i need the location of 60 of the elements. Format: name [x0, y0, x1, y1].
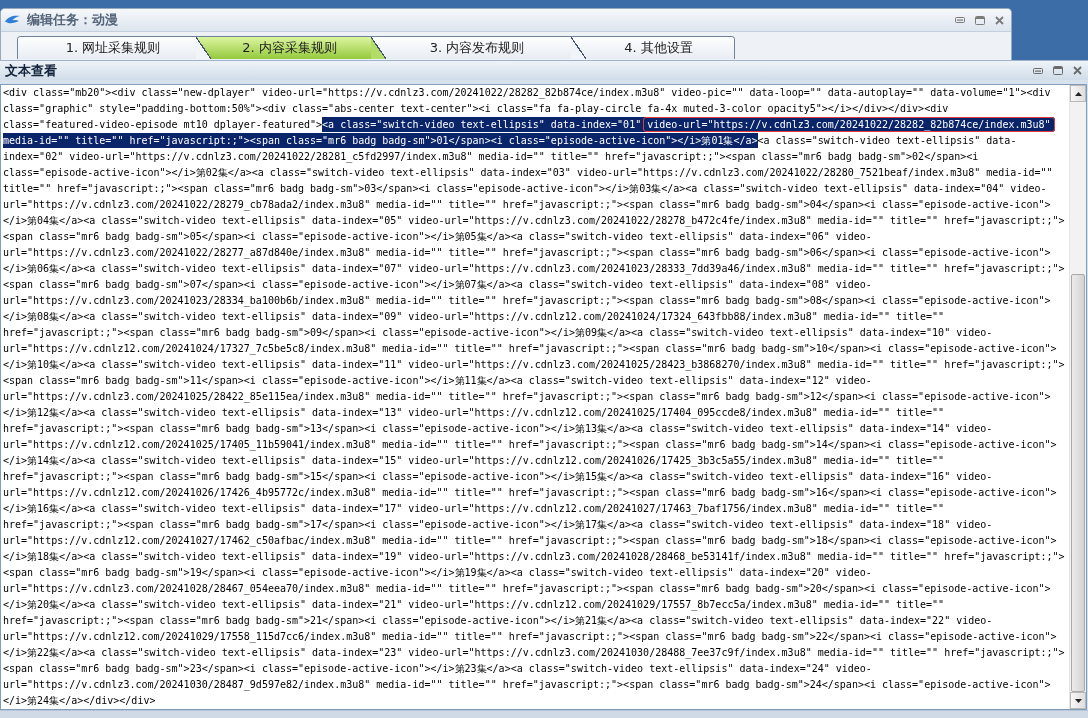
scrollbar-thumb[interactable] [1071, 274, 1085, 692]
code-text: url="https://v.cdnlz12.com/20241026/17426_4b95772c/index.m3u8" media-id="" title="" href="javascript:;"><span class="mr6 badg badg-sm">16</span><i class="episode-active-icon"> [3, 487, 1057, 498]
vertical-scrollbar[interactable] [1069, 85, 1086, 709]
tab[interactable]: 3. 内容发布规则 [371, 37, 571, 59]
code-text: </i>第20集</a><a class="switch-video text-ellipsis" data-index="21" video-url="https://v.cdnlz12.com/20241029/17557_8b7ecc5a/index.m3u8" media-id="" title="" [3, 599, 945, 610]
code-text: <span class="mr6 badg badg-sm">05</span><i class="episode-active-icon"></i>第05集</a><a class="switch-video text-ellipsis" data-index="06" video- [3, 231, 872, 242]
maximize-icon[interactable] [975, 15, 985, 25]
code-text: url="https://v.cdnlz3.com/20241028/28467_054eea70/index.m3u8" media-id="" title="" href="javascript:;"><span class="mr6 badg badg-sm">20</span><i class="episode-active-icon"> [3, 583, 1051, 594]
code-text: href="javascript:;"><span class="mr6 badg badg-sm">17</span><i class="episode-active-icon"></i>第17集</a><a class="switch-video text-ellipsis" data-index="18" video- [3, 519, 993, 530]
minimize-icon[interactable] [1033, 67, 1043, 74]
code-text: </i>第08集</a><a class="switch-video text-ellipsis" data-index="09" video-url="https://v.cdnlz12.com/20241024/17324_643fbb88/index.m3u8" media-id="" title="" [3, 311, 945, 322]
close-icon[interactable] [1073, 66, 1082, 75]
code-text: title="" href="javascript:;"><span class="mr6 badg badg-sm">03</span><i class="episode-active-icon"></i>第03集</a><a class="switch-video text-ellipsis" data-index="04" video- [3, 183, 1047, 194]
text-area[interactable] [0, 84, 1087, 710]
code-text: </i>第14集</a><a class="switch-video text-ellipsis" data-index="15" video-url="https://v.cdnlz12.com/20241026/17425_3b3c5a55/index.m3u8" media-id="" title="" [3, 455, 945, 466]
scroll-down-button[interactable] [1070, 692, 1086, 709]
code-text: url="https://v.cdnlz12.com/20241029/17558_115d7cc6/index.m3u8" media-id="" title="" href="javascript:;"><span class="mr6 badg badg-sm">22</span><i class="episode-active-icon"> [3, 631, 1057, 642]
code-text: <span class="mr6 badg badg-sm">23</span><i class="episode-active-icon"></i>第23集</a><a class="switch-video text-ellipsis" data-index="24" video- [3, 663, 872, 674]
code-text: index="02" video-url="https://v.cdnlz3.com/20241022/28281_c5fd2997/index.m3u8" media-id="" title="" href="javascript:;"><span class="mr6 badg badg-sm">02</span><i [3, 151, 979, 162]
outlined-code-text: video-url="https://v.cdnlz3.com/20241022/28282_82b874ce/index.m3u8" [643, 117, 1055, 132]
code-text: url="https://v.cdnlz3.com/20241022/28279_cb78ada2/index.m3u8" media-id="" title="" href="javascript:;"><span class="mr6 badg badg-sm">04</span><i class="episode-active-icon"> [3, 199, 1051, 210]
minimize-icon[interactable] [955, 17, 965, 23]
code-text: class="graphic" style="padding-bottom:50%"><div class="abs-center text-center"><i class="fa fa-play-circle fa-4x muted-3-color opacity5"></i></div></div><div [3, 103, 949, 114]
swoosh-icon [5, 15, 20, 25]
code-text: href="javascript:;"><span class="mr6 badg badg-sm">13</span><i class="episode-active-icon"></i>第13集</a><a class="switch-video text-ellipsis" data-index="14" video- [3, 423, 993, 434]
code-text: url="https://v.cdnlz3.com/20241022/28277_a87d840e/index.m3u8" media-id="" title="" href="javascript:;"><span class="mr6 badg badg-sm">06</span><i class="episode-active-icon"> [3, 247, 1051, 258]
code-text: </i>第12集</a><a class="switch-video text-ellipsis" data-index="13" video-url="https://v.cdnlz12.com/20241025/17404_095ccde8/index.m3u8" media-id="" title="" [3, 407, 945, 418]
code-text: <a class="switch-video text-ellipsis" data- [757, 135, 1017, 146]
code-text: </i>第18集</a><a class="switch-video text-ellipsis" data-index="19" video-url="https://v.cdnlz3.com/20241028/28468_be53141f/index.m3u8" media-id="" title="" href="javascript:;"> [3, 551, 1065, 562]
code-text: url="https://v.cdnlz3.com/20241023/28334_ba100b6b/index.m3u8" media-id="" title="" href="javascript:;"><span class="mr6 badg badg-sm">08</span><i class="episode-active-icon"> [3, 295, 1051, 306]
up-arrow-icon [1074, 91, 1082, 96]
selected-code-text: media-id="" title="" href="javascript:;"><span class="mr6 badg badg-sm">01</span><i class="episode-active-icon"></i>第01集</a> [3, 133, 758, 148]
code-text: </i>第24集</a></div></div> [3, 695, 156, 706]
close-icon[interactable] [995, 15, 1004, 25]
code-text: href="javascript:;"><span class="mr6 badg badg-sm">15</span><i class="episode-active-icon"></i>第15集</a><a class="switch-video text-ellipsis" data-index="16" video- [3, 471, 993, 482]
code-text: href="javascript:;"><span class="mr6 badg badg-sm">09</span><i class="episode-active-icon"></i>第09集</a><a class="switch-video text-ellipsis" data-index="10" video- [3, 327, 993, 338]
code-text: <span class="mr6 badg badg-sm">19</span><i class="episode-active-icon"></i>第19集</a><a class="switch-video text-ellipsis" data-index="20" video- [3, 567, 872, 578]
tab[interactable]: 2. 内容采集规则 [196, 37, 371, 59]
code-text: <div class="mb20"><div class="new-dplayer" video-url="https://v.cdnlz3.com/20241022/28282_82b874ce/index.m3u8" video-pic="" data-loop="" data-autoplay="" data-volume="1"><div [3, 87, 1051, 98]
code-text: class="episode-active-icon"></i>第02集</a><a class="switch-video text-ellipsis" data-index="03" video-url="https://v.cdnlz3.com/20241022/28280_7521beaf/index.m3u8" media-id="" [3, 167, 1053, 178]
code-text: </i>第16集</a><a class="switch-video text-ellipsis" data-index="17" video-url="https://v.cdnlz12.com/20241027/17463_7baf1756/index.m3u8" media-id="" title="" [3, 503, 945, 514]
code-text: <span class="mr6 badg badg-sm">11</span><i class="episode-active-icon"></i>第11集</a><a class="switch-video text-ellipsis" data-index="12" video- [3, 375, 872, 386]
window-title: 编辑任务：动漫 [27, 11, 118, 30]
tab[interactable]: 1. 网址采集规则 [18, 37, 196, 59]
code-text: href="javascript:;"><span class="mr6 badg badg-sm">21</span><i class="episode-active-icon"></i>第21集</a><a class="switch-video text-ellipsis" data-index="22" video- [3, 615, 993, 626]
code-text: </i>第10集</a><a class="switch-video text-ellipsis" data-index="11" video-url="https://v.cdnlz3.com/20241025/28423_b3868270/index.m3u8" media-id="" title="" href="javascript:;"> [3, 359, 1065, 370]
down-arrow-icon [1074, 698, 1082, 703]
code-text: url="https://v.cdnlz12.com/20241024/17327_7c5be5c8/index.m3u8" media-id="" title="" href="javascript:;"><span class="mr6 badg badg-sm">10</span><i class="episode-active-icon"> [3, 343, 1057, 354]
code-text: </i>第06集</a><a class="switch-video text-ellipsis" data-index="07" video-url="https://v.cdnlz3.com/20241023/28333_7dd39a46/index.m3u8" media-id="" title="" href="javascript:;"> [3, 263, 1065, 274]
window-title: 文本查看 [5, 61, 57, 80]
code-text: <span class="mr6 badg badg-sm">07</span><i class="episode-active-icon"></i>第07集</a><a class="switch-video text-ellipsis" data-index="08" video- [3, 279, 872, 290]
code-text: url="https://v.cdnlz12.com/20241025/17405_11b59041/index.m3u8" media-id="" title="" href="javascript:;"><span class="mr6 badg badg-sm">14</span><i class="episode-active-icon"> [3, 439, 1057, 450]
code-text: url="https://v.cdnlz3.com/20241025/28422_85e115ea/index.m3u8" media-id="" title="" href="javascript:;"><span class="mr6 badg badg-sm">12</span><i class="episode-active-icon"> [3, 391, 1051, 402]
code-text: </i>第22集</a><a class="switch-video text-ellipsis" data-index="23" video-url="https://v.cdnlz3.com/20241030/28488_7ee37c9f/index.m3u8" media-id="" title="" href="javascript:;"> [3, 647, 1065, 658]
tab[interactable]: 4. 其他设置 [571, 37, 734, 59]
code-text: url="https://v.cdnlz3.com/20241030/28487_9d597e82/index.m3u8" media-id="" title="" href="javascript:;"><span class="mr6 badg badg-sm">24</span><i class="episode-active-icon"> [3, 679, 1051, 690]
scroll-up-button[interactable] [1070, 85, 1086, 102]
code-text: url="https://v.cdnlz12.com/20241027/17462_c50afbac/index.m3u8" media-id="" title="" href="javascript:;"><span class="mr6 badg badg-sm">18</span><i class="episode-active-icon"> [3, 535, 1057, 546]
maximize-icon[interactable] [1053, 66, 1063, 75]
code-text: </i>第04集</a><a class="switch-video text-ellipsis" data-index="05" video-url="https://v.cdnlz3.com/20241022/28278_b472c4fe/index.m3u8" media-id="" title="" href="javascript:;"> [3, 215, 1065, 226]
